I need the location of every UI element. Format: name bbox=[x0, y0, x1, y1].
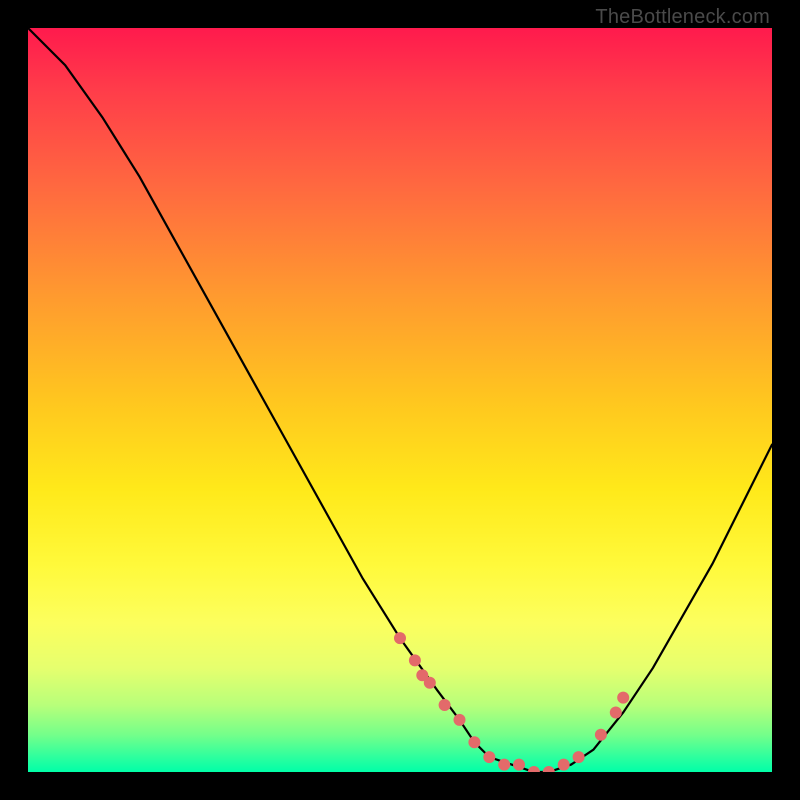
highlight-dots bbox=[394, 632, 629, 772]
highlight-dot bbox=[528, 766, 540, 772]
highlight-dot bbox=[610, 707, 622, 719]
highlight-dot bbox=[513, 759, 525, 771]
highlight-dot bbox=[558, 759, 570, 771]
highlight-dot bbox=[483, 751, 495, 763]
highlight-dot bbox=[454, 714, 466, 726]
plot-area bbox=[28, 28, 772, 772]
highlight-dot bbox=[573, 751, 585, 763]
highlight-dot bbox=[409, 654, 421, 666]
highlight-dot bbox=[543, 766, 555, 772]
highlight-dot bbox=[617, 692, 629, 704]
watermark-text: TheBottleneck.com bbox=[595, 6, 770, 29]
chart-stage: TheBottleneck.com bbox=[0, 0, 800, 800]
highlight-dot bbox=[498, 759, 510, 771]
highlight-dot bbox=[439, 699, 451, 711]
bottleneck-curve bbox=[28, 28, 772, 772]
highlight-dot bbox=[468, 736, 480, 748]
highlight-dot bbox=[424, 677, 436, 689]
highlight-dot bbox=[394, 632, 406, 644]
highlight-dot bbox=[595, 729, 607, 741]
curve-svg bbox=[28, 28, 772, 772]
